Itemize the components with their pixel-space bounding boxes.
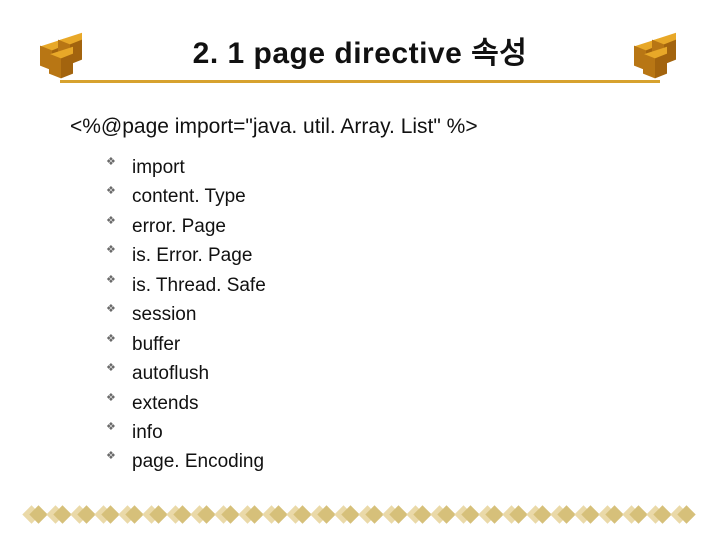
- diamond-icon: [673, 504, 695, 526]
- diamond-icon: [121, 504, 143, 526]
- diamond-icon: [25, 504, 47, 526]
- list-item: import: [106, 153, 650, 182]
- diamond-icon: [289, 504, 311, 526]
- slide-title: 2. 1 page directive 속성: [0, 28, 720, 72]
- list-item: page. Encoding: [106, 447, 650, 476]
- list-item: is. Error. Page: [106, 241, 650, 270]
- footer-pattern: [0, 504, 720, 526]
- diamond-icon: [385, 504, 407, 526]
- slide-body: <%@page import="java. util. Array. List"…: [0, 91, 720, 477]
- diamond-icon: [337, 504, 359, 526]
- attribute-list: importcontent. Typeerror. Pageis. Error.…: [70, 153, 650, 477]
- diamond-icon: [145, 504, 167, 526]
- diamond-icon: [649, 504, 671, 526]
- divider: [60, 80, 660, 83]
- diamond-icon: [361, 504, 383, 526]
- diamond-icon: [97, 504, 119, 526]
- diamond-icon: [169, 504, 191, 526]
- diamond-icon: [457, 504, 479, 526]
- diamond-icon: [217, 504, 239, 526]
- list-item: is. Thread. Safe: [106, 271, 650, 300]
- diamond-icon: [625, 504, 647, 526]
- diamond-icon: [529, 504, 551, 526]
- diamond-icon: [265, 504, 287, 526]
- code-example: <%@page import="java. util. Array. List"…: [70, 115, 650, 139]
- list-item: info: [106, 418, 650, 447]
- list-item: session: [106, 300, 650, 329]
- diamond-icon: [313, 504, 335, 526]
- diamond-icon: [73, 504, 95, 526]
- list-item: extends: [106, 389, 650, 418]
- diamond-icon: [193, 504, 215, 526]
- diamond-icon: [241, 504, 263, 526]
- diamond-icon: [49, 504, 71, 526]
- list-item: error. Page: [106, 212, 650, 241]
- diamond-icon: [553, 504, 575, 526]
- diamond-icon: [409, 504, 431, 526]
- diamond-icon: [433, 504, 455, 526]
- diamond-icon: [601, 504, 623, 526]
- diamond-icon: [577, 504, 599, 526]
- list-item: content. Type: [106, 182, 650, 211]
- list-item: autoflush: [106, 359, 650, 388]
- diamond-icon: [481, 504, 503, 526]
- diamond-icon: [505, 504, 527, 526]
- list-item: buffer: [106, 330, 650, 359]
